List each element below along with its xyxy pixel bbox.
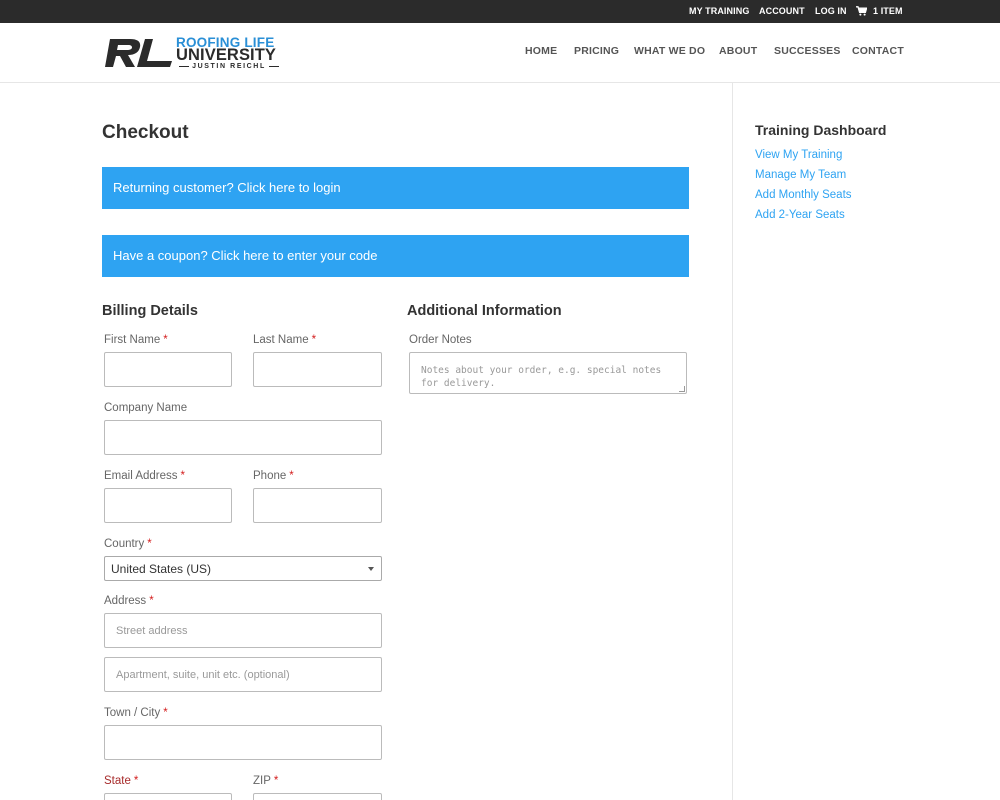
add-2-year-seats-link[interactable]: Add 2-Year Seats [755,209,845,221]
nav-successes[interactable]: SUCCESSES [774,45,841,57]
first-name-label: First Name * [104,334,168,346]
last-name-input[interactable] [253,352,382,387]
zip-input[interactable] [253,793,382,800]
cart-link[interactable]: 1 ITEM [873,6,903,16]
required-mark: * [163,334,168,346]
resize-grip-icon[interactable] [679,386,685,392]
site-logo[interactable]: ROOFING LIFE UNIVERSITY JUSTIN REICHL [104,35,282,73]
required-mark: * [273,775,279,787]
state-select[interactable] [104,793,232,800]
country-label: Country * [104,538,152,550]
nav-what-we-do[interactable]: WHAT WE DO [634,45,705,57]
additional-information-heading: Additional Information [407,303,562,319]
returning-customer-login-notice[interactable]: Returning customer? Click here to login [102,167,689,209]
training-dashboard-heading: Training Dashboard [755,122,887,138]
email-address-label: Email Address * [104,470,185,482]
sidebar-divider [732,83,733,800]
address-label: Address * [104,595,154,607]
required-mark: * [133,775,139,787]
company-name-input[interactable] [104,420,382,455]
country-select-value: United States (US) [111,561,212,576]
nav-contact[interactable]: CONTACT [852,45,904,57]
required-mark: * [311,334,317,346]
required-mark: * [180,470,185,482]
phone-input[interactable] [253,488,382,523]
zip-label: ZIP * [253,775,279,787]
first-name-input[interactable] [104,352,232,387]
company-name-label: Company Name [104,402,188,414]
country-select[interactable]: United States (US) [104,556,382,581]
town-city-input[interactable] [104,725,382,760]
order-notes-textarea[interactable]: Notes about your order, e.g. special not… [409,352,687,394]
add-monthly-seats-link[interactable]: Add Monthly Seats [755,189,852,201]
email-address-input[interactable] [104,488,232,523]
top-bar: MY TRAINING ACCOUNT LOG IN 1 ITEM [0,0,1000,23]
nav-home[interactable]: HOME [525,45,557,57]
cart-icon[interactable] [856,6,867,16]
street-address-input[interactable]: Street address [104,613,382,648]
apartment-input[interactable]: Apartment, suite, unit etc. (optional) [104,657,382,692]
required-mark: * [147,538,152,550]
required-mark: * [149,595,154,607]
log-in-link[interactable]: LOG IN [815,6,847,16]
logo-text-line3: JUSTIN REICHL [176,63,282,70]
billing-details-heading: Billing Details [102,303,198,319]
rl-monogram-logo [105,39,172,67]
chevron-down-icon [368,567,374,571]
account-link[interactable]: ACCOUNT [759,6,805,16]
phone-label: Phone * [253,470,294,482]
required-mark: * [163,707,168,719]
last-name-label: Last Name * [253,334,317,346]
nav-about[interactable]: ABOUT [719,45,757,57]
page-title: Checkout [102,122,189,143]
town-city-label: Town / City * [104,707,168,719]
coupon-notice[interactable]: Have a coupon? Click here to enter your … [102,235,689,277]
required-mark: * [289,470,294,482]
manage-my-team-link[interactable]: Manage My Team [755,169,846,181]
order-notes-placeholder: Notes about your order, e.g. special not… [421,365,662,389]
view-my-training-link[interactable]: View My Training [755,149,842,161]
site-header: ROOFING LIFE UNIVERSITY JUSTIN REICHL HO… [0,23,1000,83]
my-training-link[interactable]: MY TRAINING [689,6,749,16]
order-notes-label: Order Notes [409,334,472,346]
state-label: State * [104,775,139,787]
nav-pricing[interactable]: PRICING [574,45,619,57]
